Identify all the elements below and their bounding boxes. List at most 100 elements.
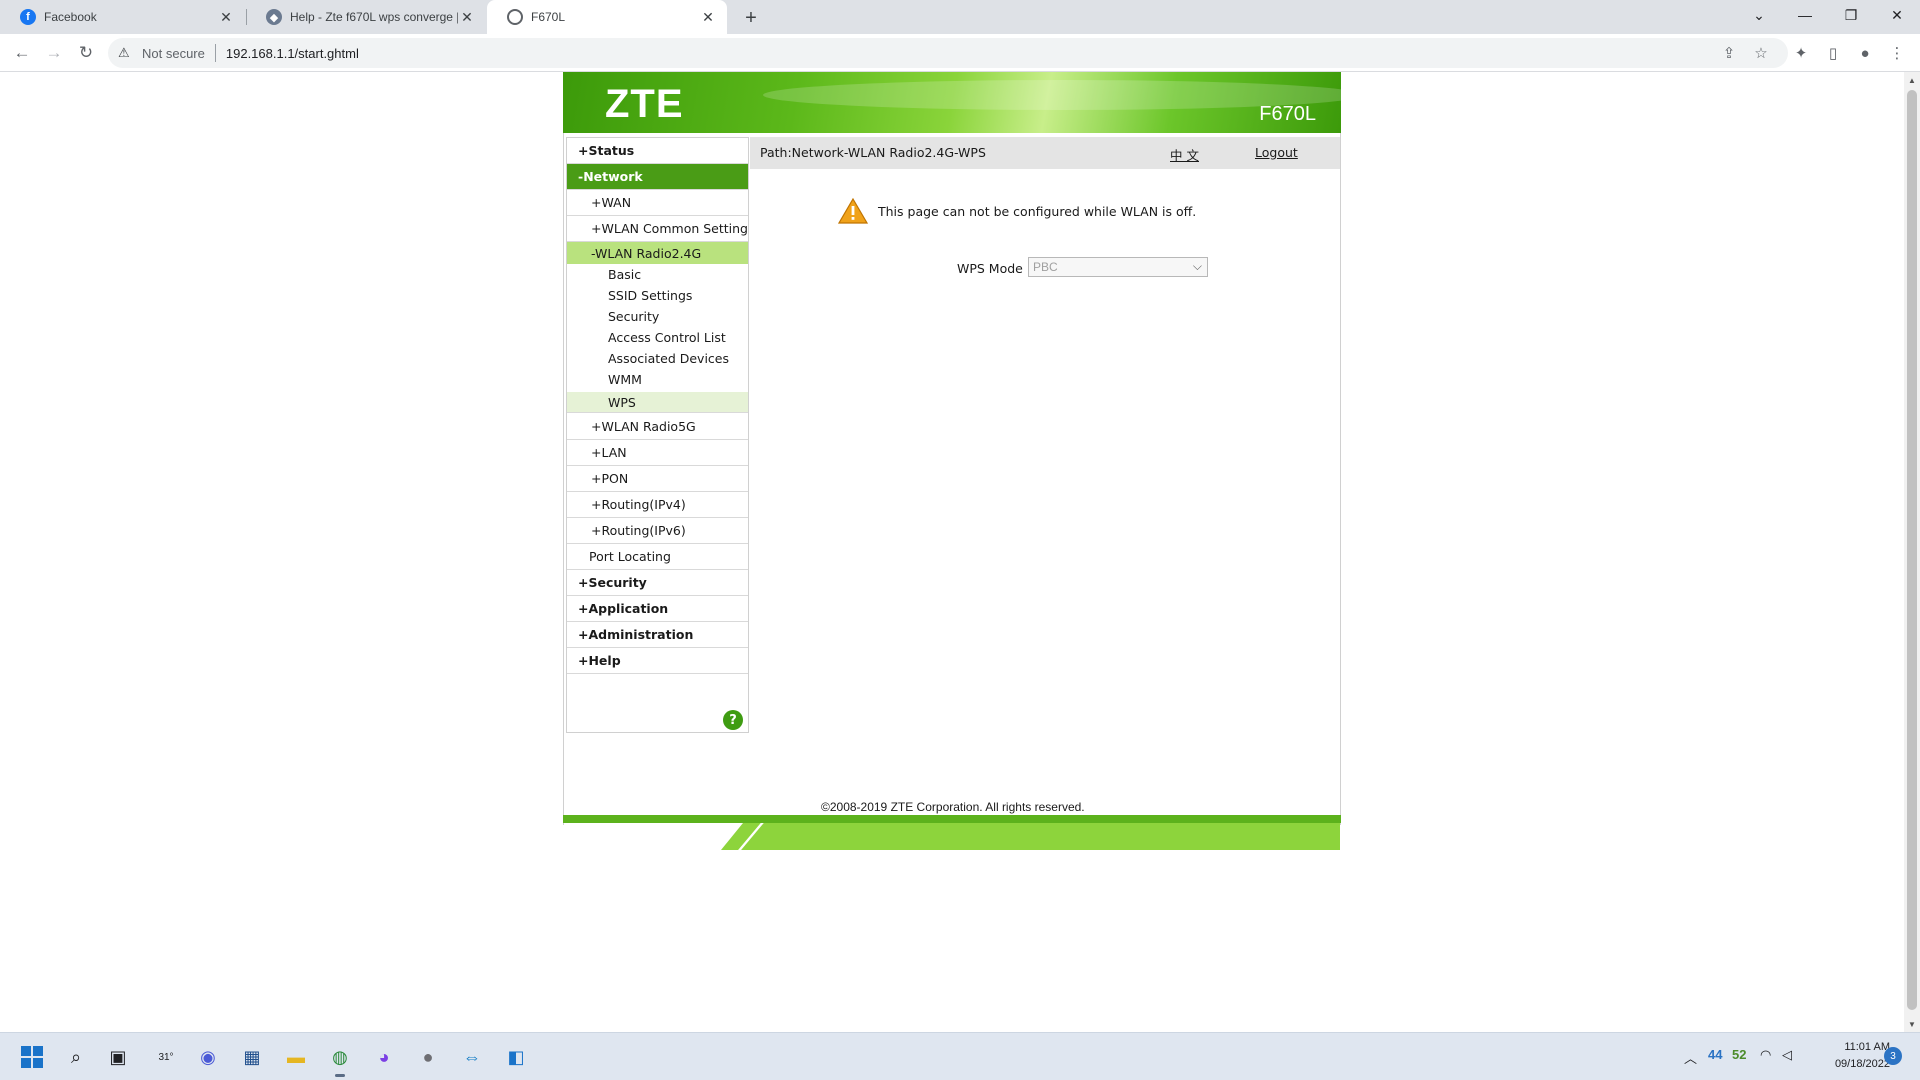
menu-security-leaf[interactable]: Security bbox=[567, 306, 748, 327]
language-link[interactable]: 中 文 bbox=[1170, 145, 1199, 164]
menu-lan[interactable]: +LAN bbox=[567, 440, 748, 466]
path-bar: Path:Network-WLAN Radio2.4G-WPS 中 文 Logo… bbox=[750, 137, 1340, 169]
volume-icon[interactable]: ◁ bbox=[1782, 1047, 1792, 1063]
tab-title: Facebook bbox=[44, 10, 97, 24]
vscode-icon[interactable]: ◧ bbox=[500, 1041, 532, 1073]
new-tab-button[interactable]: + bbox=[738, 5, 764, 31]
search-icon[interactable]: ⌕ bbox=[60, 1041, 92, 1073]
messenger-icon[interactable]: ◕ bbox=[368, 1041, 400, 1073]
router-admin-panel: ZTE F670L +Status -Network +WAN +WLAN Co… bbox=[563, 72, 1341, 853]
menu-wlan-common-setting[interactable]: +WLAN Common Setting bbox=[567, 216, 748, 242]
security-status[interactable]: Not secure bbox=[142, 46, 205, 61]
menu-basic[interactable]: Basic bbox=[567, 264, 748, 285]
warning-icon[interactable]: ⚠ bbox=[118, 45, 134, 61]
tray-overflow-chevron-icon[interactable]: ︿ bbox=[1684, 1048, 1697, 1067]
wps-mode-label: WPS Mode bbox=[957, 261, 1023, 276]
warning-triangle-icon bbox=[838, 198, 868, 224]
menu-port-locating[interactable]: Port Locating bbox=[567, 544, 748, 570]
footer-line bbox=[563, 815, 1341, 823]
breadcrumb: Path:Network-WLAN Radio2.4G-WPS bbox=[760, 145, 986, 160]
model-name: F670L bbox=[1259, 103, 1316, 125]
tab-f670l[interactable]: F670L ✕ bbox=[487, 0, 727, 34]
header-banner: ZTE F670L bbox=[563, 72, 1341, 133]
task-view-icon[interactable]: ▣ bbox=[102, 1041, 134, 1073]
extensions-icon[interactable]: ✦ bbox=[1790, 42, 1812, 64]
copyright-text: ©2008-2019 ZTE Corporation. All rights r… bbox=[821, 800, 1085, 814]
omnibox-divider bbox=[214, 44, 216, 62]
menu-wmm[interactable]: WMM bbox=[567, 369, 748, 390]
tray-indicator-b[interactable]: 52 bbox=[1732, 1047, 1746, 1062]
profile-avatar-icon[interactable]: ● bbox=[1854, 42, 1876, 64]
back-button[interactable]: ← bbox=[8, 39, 36, 67]
chrome-icon[interactable]: ◍ bbox=[324, 1041, 356, 1077]
close-icon[interactable]: ✕ bbox=[217, 8, 235, 26]
reload-button[interactable]: ↻ bbox=[72, 39, 100, 67]
tab-title: Help - Zte f670L wps converge | bbox=[290, 10, 458, 24]
main-frame: +Status -Network +WAN +WLAN Common Setti… bbox=[563, 133, 1341, 853]
tab-title: F670L bbox=[531, 10, 566, 24]
weather-widget[interactable]: 31° bbox=[150, 1041, 182, 1073]
menu-kebab-icon[interactable]: ⋮ bbox=[1886, 42, 1908, 64]
banner-swoosh bbox=[763, 80, 1341, 110]
scroll-up-icon[interactable]: ▲ bbox=[1904, 72, 1920, 88]
menu-application[interactable]: +Application bbox=[567, 596, 748, 622]
weather-temp: 31° bbox=[158, 1051, 174, 1063]
scroll-thumb[interactable] bbox=[1907, 90, 1917, 1010]
menu-pon[interactable]: +PON bbox=[567, 466, 748, 492]
menu-wps[interactable]: WPS bbox=[567, 392, 748, 413]
menu-routing-ipv6[interactable]: +Routing(IPv6) bbox=[567, 518, 748, 544]
store-icon[interactable]: ▦ bbox=[236, 1041, 268, 1073]
menu-wlan-radio-24g[interactable]: -WLAN Radio2.4G bbox=[567, 242, 748, 264]
menu-ssid-settings[interactable]: SSID Settings bbox=[567, 285, 748, 306]
share-icon[interactable]: ⇪ bbox=[1718, 42, 1740, 64]
content-area: Path:Network-WLAN Radio2.4G-WPS 中 文 Logo… bbox=[750, 137, 1340, 737]
help-icon[interactable]: ? bbox=[723, 710, 743, 730]
tab-facebook[interactable]: f Facebook ✕ bbox=[0, 0, 245, 34]
menu-network[interactable]: -Network bbox=[567, 164, 748, 190]
teams-chat-icon[interactable]: ◉ bbox=[192, 1041, 224, 1073]
file-explorer-icon[interactable]: ▬ bbox=[280, 1041, 312, 1073]
forward-button[interactable]: → bbox=[40, 39, 68, 67]
menu-routing-ipv4[interactable]: +Routing(IPv4) bbox=[567, 492, 748, 518]
vertical-scrollbar[interactable]: ▲ ▼ bbox=[1904, 72, 1920, 1032]
scroll-down-icon[interactable]: ▼ bbox=[1904, 1016, 1920, 1032]
close-icon[interactable]: ✕ bbox=[458, 8, 476, 26]
wps-mode-value: PBC bbox=[1033, 260, 1058, 274]
page-viewport: ZTE F670L +Status -Network +WAN +WLAN Co… bbox=[0, 72, 1904, 1032]
clock-date[interactable]: 09/18/2022 bbox=[1818, 1058, 1890, 1070]
tab-help[interactable]: ◆ Help - Zte f670L wps converge | ✕ bbox=[246, 0, 486, 34]
close-icon[interactable]: ✕ bbox=[699, 8, 717, 26]
bookmark-star-icon[interactable]: ☆ bbox=[1750, 42, 1772, 64]
tab-strip: f Facebook ✕ ◆ Help - Zte f670L wps conv… bbox=[0, 0, 1920, 34]
wifi-icon[interactable]: ◠ bbox=[1760, 1047, 1771, 1063]
facebook-icon: f bbox=[20, 9, 36, 25]
tab-search-chevron-icon[interactable]: ⌄ bbox=[1736, 0, 1782, 30]
windows-start-icon[interactable] bbox=[16, 1041, 48, 1073]
teamviewer-icon[interactable]: ⇔ bbox=[456, 1041, 488, 1073]
menu-security[interactable]: +Security bbox=[567, 570, 748, 596]
apple-icon[interactable]: ● bbox=[412, 1041, 444, 1073]
tray-indicator-a[interactable]: 44 bbox=[1708, 1047, 1722, 1062]
chevron-down-icon: ⌵ bbox=[1192, 259, 1202, 273]
clock-time[interactable]: 11:01 AM bbox=[1830, 1041, 1890, 1053]
side-panel-icon[interactable]: ▯ bbox=[1822, 42, 1844, 64]
logout-link[interactable]: Logout bbox=[1255, 145, 1298, 160]
wps-mode-select[interactable]: PBC ⌵ bbox=[1028, 257, 1208, 277]
menu-wan[interactable]: +WAN bbox=[567, 190, 748, 216]
globe-icon bbox=[507, 9, 523, 25]
browser-toolbar: ← → ↻ ⚠ Not secure 192.168.1.1/start.ght… bbox=[0, 34, 1920, 72]
notification-badge[interactable]: 3 bbox=[1884, 1047, 1902, 1065]
footer-green-bar bbox=[721, 821, 1340, 853]
menu-help[interactable]: +Help bbox=[567, 648, 748, 674]
menu-access-control-list[interactable]: Access Control List bbox=[567, 327, 748, 348]
menu-associated-devices[interactable]: Associated Devices bbox=[567, 348, 748, 369]
warning-message: This page can not be configured while WL… bbox=[878, 204, 1197, 219]
url-text[interactable]: 192.168.1.1/start.ghtml bbox=[226, 46, 359, 61]
close-window-button[interactable]: ✕ bbox=[1874, 0, 1920, 30]
menu-administration[interactable]: +Administration bbox=[567, 622, 748, 648]
menu-wlan-radio-5g[interactable]: +WLAN Radio5G bbox=[567, 414, 748, 440]
restore-button[interactable]: ❐ bbox=[1828, 0, 1874, 30]
address-bar[interactable]: ⚠ Not secure 192.168.1.1/start.ghtml bbox=[108, 38, 1788, 68]
minimize-button[interactable]: — bbox=[1782, 0, 1828, 30]
menu-status[interactable]: +Status bbox=[567, 138, 748, 164]
